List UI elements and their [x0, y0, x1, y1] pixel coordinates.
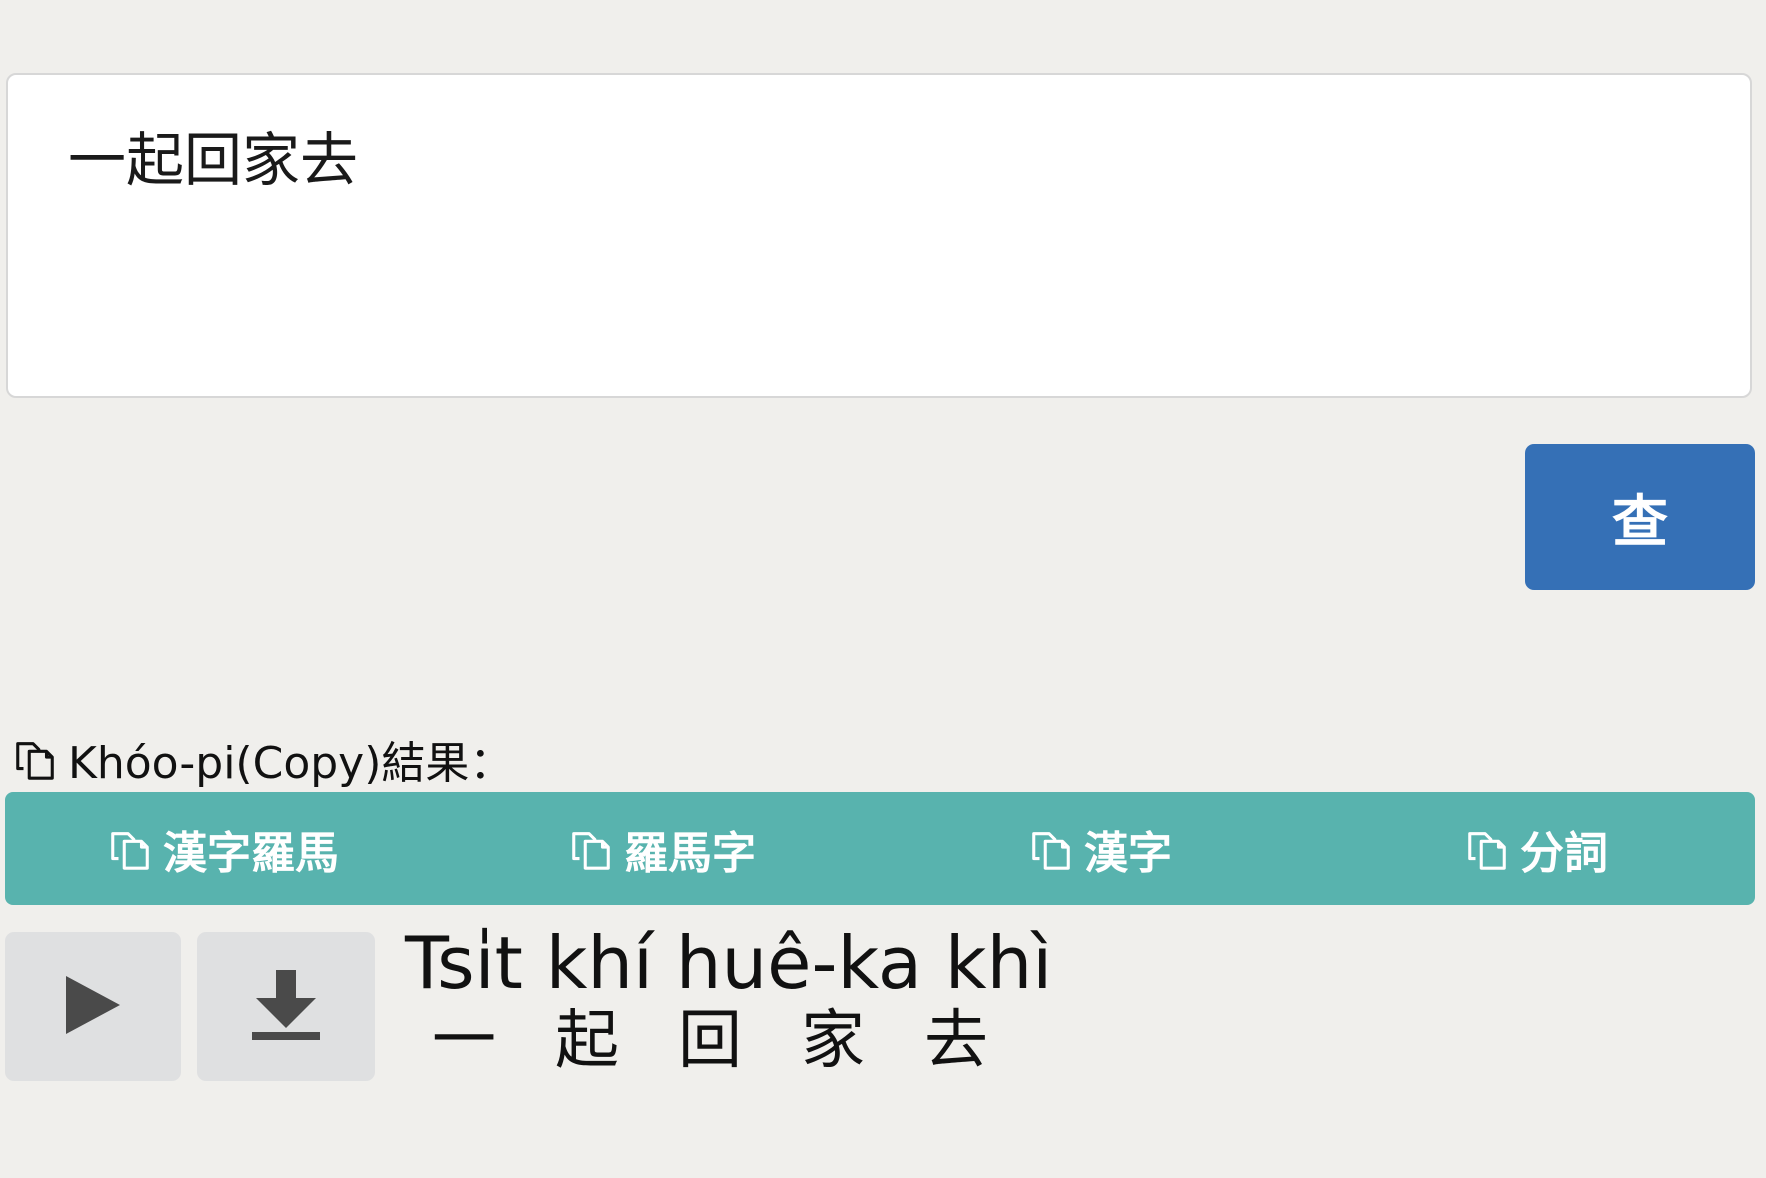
download-icon: [250, 968, 322, 1045]
copy-result-label: Khóo-pi(Copy)結果：: [12, 733, 513, 789]
download-button[interactable]: [197, 932, 375, 1081]
copy-button-label: 漢字羅馬: [163, 827, 339, 879]
copy-hanzi-button[interactable]: 漢字: [1028, 792, 1172, 905]
copy-romanization-button[interactable]: 羅馬字: [568, 792, 756, 905]
hanzi-character: 家: [801, 1004, 865, 1078]
hanzi-character: 回: [678, 1004, 742, 1078]
search-button[interactable]: 查: [1525, 444, 1755, 590]
copy-icon: [12, 735, 60, 783]
hanzi-character: 一: [432, 1004, 496, 1078]
copy-icon: [1028, 825, 1076, 873]
copy-icon: [1464, 825, 1512, 873]
hanzi-row: 一 起 回 家 去: [432, 1006, 1052, 1076]
play-button[interactable]: [5, 932, 181, 1081]
copy-hanzi-romanization-button[interactable]: 漢字羅馬: [107, 792, 339, 905]
result-display: Tsi̍t khí huê-ka khì 一 起 回 家 去: [405, 918, 1052, 1076]
copy-button-label: 漢字: [1084, 827, 1172, 879]
copy-icon: [107, 825, 155, 873]
hanzi-character: 去: [924, 1004, 988, 1078]
hanzi-character: 起: [555, 1004, 619, 1078]
copy-icon: [568, 825, 616, 873]
copy-result-label-text: Khóo-pi(Copy)結果：: [68, 738, 514, 789]
play-icon: [64, 974, 122, 1039]
text-input[interactable]: 一起回家去: [6, 73, 1752, 398]
page: 一起回家去 查 Khóo-pi(Copy)結果： 漢字羅馬 羅馬字 漢字 分詞 …: [0, 0, 1766, 1178]
copy-button-label: 分詞: [1520, 827, 1608, 879]
copy-button-label: 羅馬字: [624, 827, 756, 879]
copy-toolbar: 漢字羅馬 羅馬字 漢字 分詞: [5, 792, 1755, 905]
copy-segmentation-button[interactable]: 分詞: [1464, 792, 1608, 905]
romanized-text: Tsi̍t khí huê-ka khì: [405, 921, 1053, 1005]
